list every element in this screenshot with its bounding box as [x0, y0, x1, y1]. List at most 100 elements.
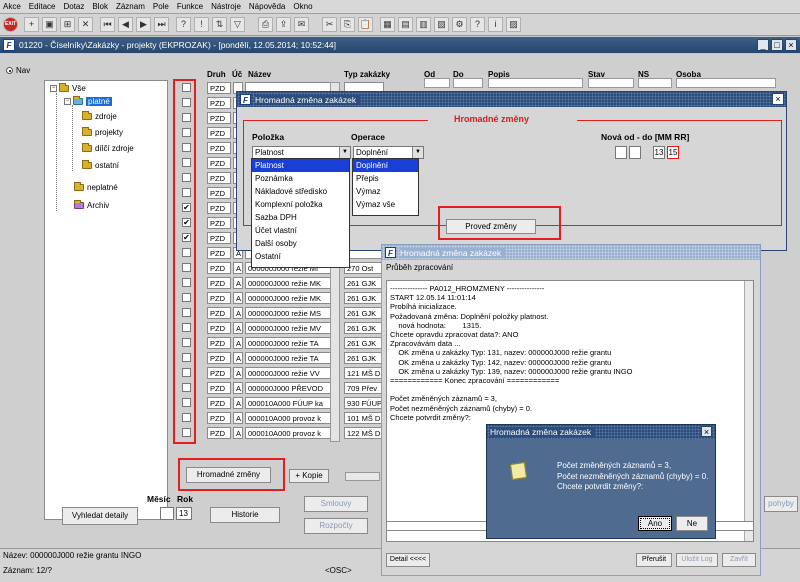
cell-nazev[interactable]: 000000J000 režie MK [245, 292, 340, 304]
cell-druh[interactable]: PZD [207, 262, 231, 274]
maximize-icon[interactable]: □ [771, 39, 783, 51]
cell-druh[interactable]: PZD [207, 82, 231, 94]
collapse-icon[interactable]: − [64, 98, 71, 105]
grid-icon[interactable]: ▥ [416, 17, 431, 32]
polozka-option[interactable]: Sazba DPH [252, 211, 349, 224]
smlouvy-button[interactable]: Smlouvy [304, 496, 368, 512]
detail-button[interactable]: Detail <<<< [386, 553, 430, 567]
close-icon[interactable]: × [772, 93, 784, 105]
filter-do[interactable] [453, 78, 483, 88]
chevron-down-icon[interactable]: ▼ [339, 147, 350, 158]
filter-od[interactable] [424, 78, 450, 88]
layout-icon[interactable]: ▧ [434, 17, 449, 32]
cell-nazev[interactable]: 000000J000 režie MV [245, 322, 340, 334]
cell-druh[interactable]: PZD [207, 232, 231, 244]
next-record-icon[interactable]: ▶ [136, 17, 151, 32]
export-icon[interactable]: ⇪ [276, 17, 291, 32]
cell-druh[interactable]: PZD [207, 202, 231, 214]
cell-uc[interactable]: A [233, 352, 243, 364]
ano-button[interactable]: Ano [638, 516, 672, 531]
insert-icon[interactable]: ⊞ [60, 17, 75, 32]
cell-druh[interactable]: PZD [207, 412, 231, 424]
table-row[interactable]: PZD A 000010A000 provoz k 101 MŠ D [182, 412, 384, 425]
menu-item[interactable]: Nástroje [211, 2, 241, 11]
settings-icon[interactable]: ⚙ [452, 17, 467, 32]
sort-icon[interactable]: ⇅ [212, 17, 227, 32]
radio-icon[interactable] [6, 67, 13, 74]
tree-node-all[interactable]: − Vše [50, 83, 86, 94]
cell-druh[interactable]: PZD [207, 127, 231, 139]
cell-druh[interactable]: PZD [207, 247, 231, 259]
polozka-option[interactable]: Platnost [252, 159, 349, 172]
vyhledat-detaily-button[interactable]: Vyhledat detaily [62, 507, 138, 525]
table-row[interactable]: PZD A 000000J000 režie MV 261 GJK [182, 322, 384, 335]
menu-item[interactable]: Editace [29, 2, 56, 11]
cell-typ[interactable]: 122 MŠ D [344, 427, 384, 439]
delete-icon[interactable]: ✕ [78, 17, 93, 32]
ulozit-log-button[interactable]: Uložit Log [676, 553, 718, 567]
menu-item[interactable]: Nápověda [249, 2, 285, 11]
cell-druh[interactable]: PZD [207, 217, 231, 229]
cell-nazev[interactable]: 000000J000 režie TA [245, 352, 340, 364]
operace-option[interactable]: Doplnění [353, 159, 418, 172]
cell-typ[interactable]: 101 MŠ D [344, 412, 384, 424]
nav-radio[interactable]: Nav [6, 66, 30, 75]
cut-icon[interactable]: ✂ [322, 17, 337, 32]
cell-uc[interactable]: A [233, 412, 243, 424]
polozka-option[interactable]: Nákladové středisko [252, 185, 349, 198]
tree-node-dilci-zdroje[interactable]: dílčí zdroje [82, 143, 134, 154]
menu-item[interactable]: Pole [153, 2, 169, 11]
filter-ns[interactable] [638, 78, 672, 88]
cell-nazev[interactable]: 000000J000 režie VV [245, 367, 340, 379]
table-row[interactable]: PZD A 000000J000 PŘEVOD 709 Přev [182, 382, 384, 395]
cell-nazev[interactable]: 000010A000 provoz k [245, 412, 340, 424]
execute-query-icon[interactable]: ! [194, 17, 209, 32]
cell-druh[interactable]: PZD [207, 352, 231, 364]
rozpocty-button[interactable]: Rozpočty [304, 518, 368, 534]
horizontal-scrollbar[interactable] [345, 472, 380, 481]
ne-button[interactable]: Ne [676, 516, 708, 531]
menu-item[interactable]: Akce [3, 2, 21, 11]
menu-item[interactable]: Dotaz [63, 2, 84, 11]
cell-druh[interactable]: PZD [207, 367, 231, 379]
cell-typ[interactable]: 261 GJK [344, 307, 384, 319]
cell-nazev[interactable]: 000000J000 režie TA [245, 337, 340, 349]
cell-nazev[interactable]: 000000J000 režie MS [245, 307, 340, 319]
paste-icon[interactable]: 📋 [358, 17, 373, 32]
polozka-dropdown-list[interactable]: Platnost Poznámka Nákladové středisko Kompl… [251, 158, 350, 268]
do-mm-input[interactable]: 13 [653, 146, 665, 159]
menu-item[interactable]: Funkce [177, 2, 203, 11]
calendar-icon[interactable]: ▦ [380, 17, 395, 32]
mesic-input[interactable] [160, 507, 174, 520]
table-row[interactable]: PZD A 000000J000 režie MK 261 GJK [182, 292, 384, 305]
table-row[interactable]: PZD A 000000J000 režie MS 261 GJK [182, 307, 384, 320]
polozka-option[interactable]: Další osoby [252, 237, 349, 250]
cell-uc[interactable]: A [233, 382, 243, 394]
cell-uc[interactable]: A [233, 397, 243, 409]
cell-nazev[interactable]: 000000J000 režie MK [245, 277, 340, 289]
cell-druh[interactable]: PZD [207, 337, 231, 349]
new-record-icon[interactable]: + [24, 17, 39, 32]
info-icon[interactable]: i [488, 17, 503, 32]
prerusit-button[interactable]: Přerušit [636, 553, 672, 567]
query-icon[interactable]: ? [176, 17, 191, 32]
cell-typ[interactable]: 261 GJK [344, 292, 384, 304]
cell-typ[interactable]: 930 FÚUP [344, 397, 384, 409]
cell-uc[interactable]: A [233, 307, 243, 319]
filter-popis[interactable] [488, 78, 583, 88]
table-row[interactable]: PZD A 000000J000 režie TA 261 GJK [182, 352, 384, 365]
filter-icon[interactable]: ▽ [230, 17, 245, 32]
tree-node-ostatni[interactable]: ostatní [82, 160, 119, 171]
print-icon[interactable]: ⎙ [258, 17, 273, 32]
cell-uc[interactable]: A [233, 337, 243, 349]
cell-typ[interactable]: 261 GJK [344, 352, 384, 364]
collapse-icon[interactable]: − [50, 85, 57, 92]
close-icon[interactable]: × [785, 39, 797, 51]
cell-druh[interactable]: PZD [207, 157, 231, 169]
cell-uc[interactable]: A [233, 427, 243, 439]
polozka-option[interactable]: Účet vlastní [252, 224, 349, 237]
last-record-icon[interactable]: ⏭ [154, 17, 169, 32]
cell-druh[interactable]: PZD [207, 382, 231, 394]
calculator-icon[interactable]: ▤ [398, 17, 413, 32]
kopie-button[interactable]: + Kopie [289, 469, 329, 483]
